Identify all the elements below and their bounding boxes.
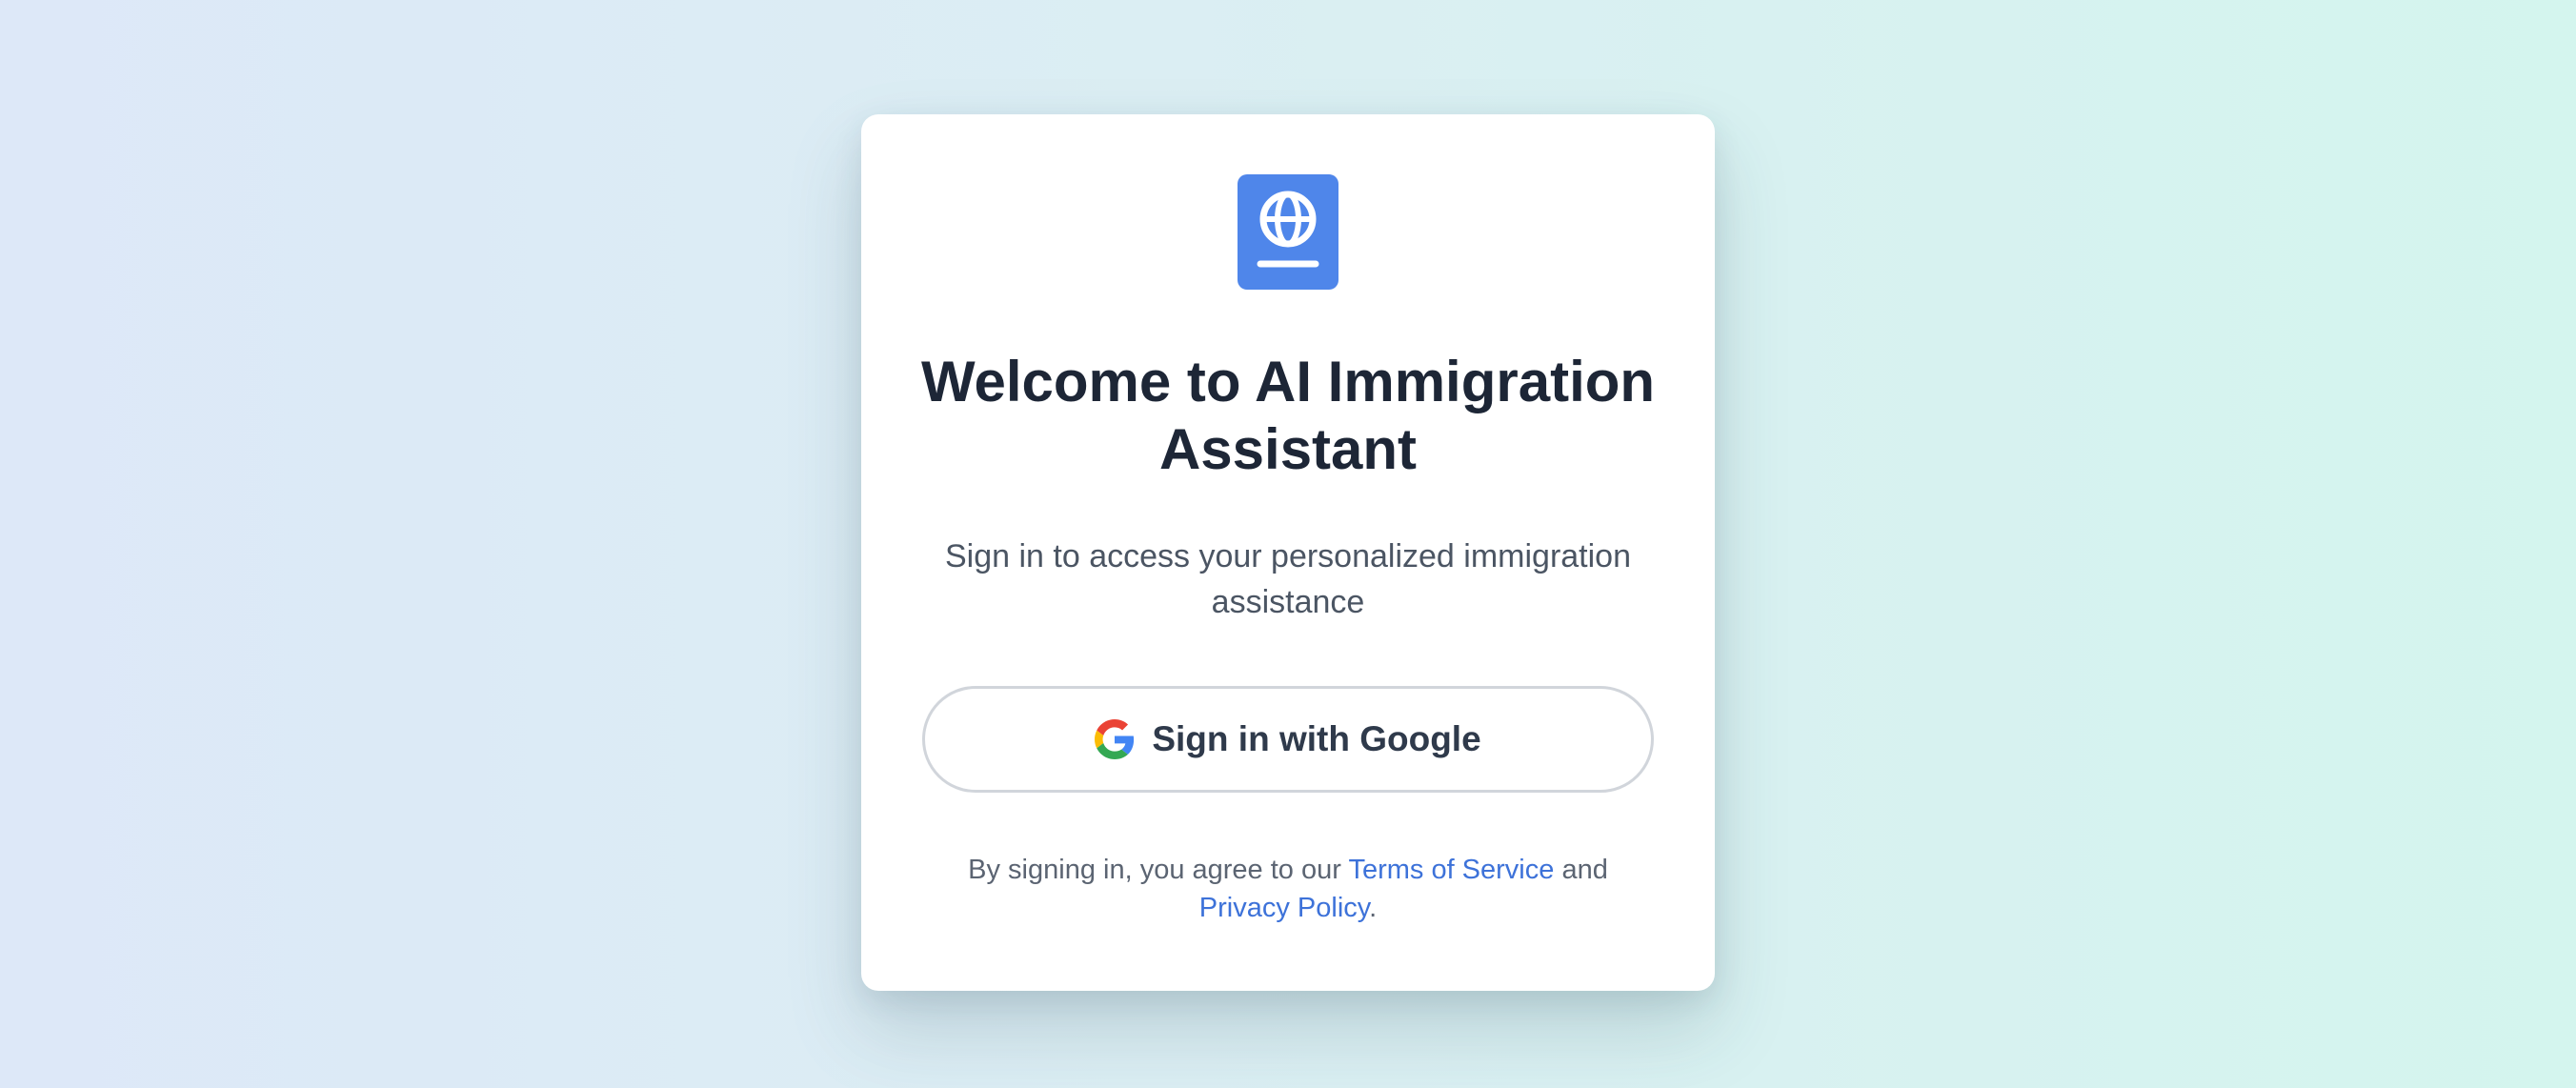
legal-notice-line-1: By signing in, you agree to our Terms of…	[861, 851, 1715, 889]
legal-notice: By signing in, you agree to our Terms of…	[861, 851, 1715, 927]
terms-of-service-link[interactable]: Terms of Service	[1348, 855, 1554, 885]
privacy-policy-link[interactable]: Privacy Policy	[1199, 893, 1369, 923]
google-icon	[1095, 719, 1135, 759]
passport-icon	[1238, 174, 1338, 290]
legal-notice-line-2: Privacy Policy.	[861, 889, 1715, 927]
login-card: Welcome to AI Immigration Assistant Sign…	[861, 114, 1715, 991]
legal-middle: and	[1554, 855, 1608, 885]
page-subtitle-line-1: Sign in to access your personalized immi…	[944, 538, 1631, 574]
legal-prefix: By signing in, you agree to our	[968, 855, 1349, 885]
sign-in-with-google-label: Sign in with Google	[1152, 719, 1481, 758]
sign-in-with-google-button[interactable]: Sign in with Google	[922, 686, 1654, 793]
page-subtitle-line-2: assistance	[1211, 584, 1365, 620]
page-title: Welcome to AI Immigration Assistant	[861, 348, 1715, 483]
page-title-line-1: Welcome to AI Immigration	[920, 350, 1656, 413]
page-title-line-2: Assistant	[1158, 417, 1418, 481]
legal-suffix: .	[1369, 893, 1378, 923]
page-subtitle: Sign in to access your personalized immi…	[861, 534, 1715, 625]
